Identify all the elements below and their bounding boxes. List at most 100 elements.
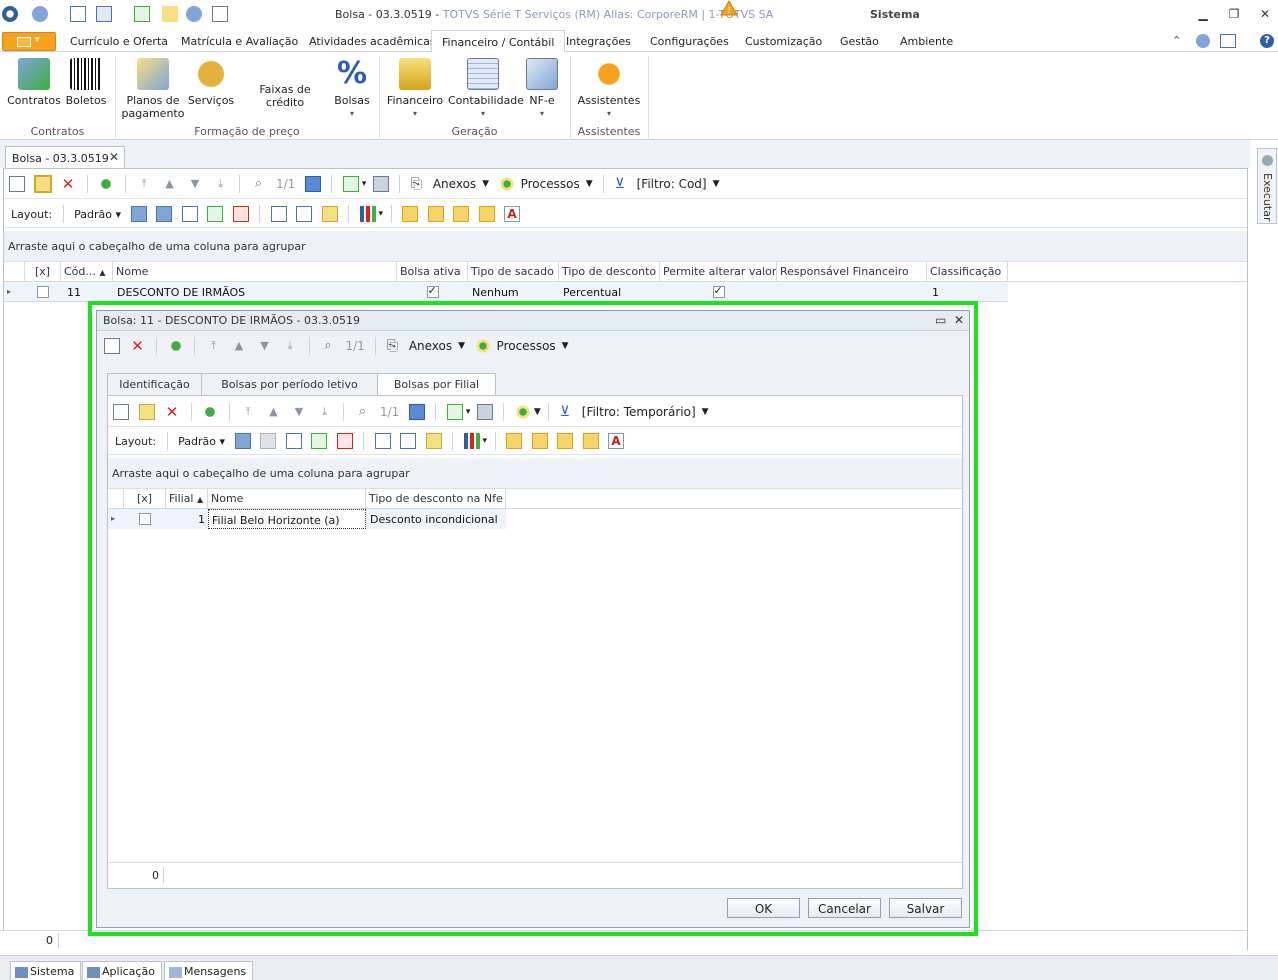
layout-options-icon[interactable] [260,433,276,449]
refresh-icon[interactable] [202,404,218,420]
edit-icon[interactable] [33,175,52,193]
bolsa-ativa-checkbox[interactable] [426,284,439,298]
export-icon[interactable] [342,176,359,192]
chevron-down-icon[interactable]: ▼ [534,407,541,417]
save-layout-icon[interactable] [130,206,147,222]
import-icon[interactable] [207,206,223,222]
next-record-icon[interactable]: ▼ [291,404,307,420]
cell-tipo-desconto[interactable]: Percentual [559,282,660,302]
bolsas-button[interactable]: % Bolsas ▾ [330,58,374,120]
tab-integracoes[interactable]: Integrações [566,35,631,48]
globe-icon[interactable] [1196,34,1210,48]
chevron-down-icon[interactable]: ▼ [458,341,465,351]
app-menu-button[interactable]: ▾ [2,32,56,51]
chevron-down-icon[interactable]: ▾ [379,209,384,219]
chevron-down-icon[interactable]: ▼ [586,179,593,189]
cell-filial[interactable]: 1 [166,509,208,529]
tab-bolsas-filial[interactable]: Bolsas por Filial [377,373,496,396]
col-cod-header[interactable]: Cód... ▲ [61,262,113,282]
nfe-button[interactable]: NF-e ▾ [522,58,562,120]
layout-options-icon[interactable] [156,206,172,222]
chart-icon[interactable] [463,433,480,449]
col-classificacao-header[interactable]: Classificação [927,262,1008,282]
view-grid-icon[interactable] [402,206,419,222]
chevron-down-icon[interactable]: ▼ [713,179,720,189]
cell-tipo-sacado[interactable]: Nenhum [468,282,559,302]
planos-pagamento-button[interactable]: Planos de pagamento [120,58,186,120]
binoculars-icon[interactable]: ⌕ [251,176,267,192]
table-row[interactable]: ▸ 1 Filial Belo Horizonte (a) Desconto i… [108,509,506,529]
chevron-down-icon[interactable]: ▾ [362,179,367,189]
view-form-icon[interactable] [531,433,548,449]
tab-customizacao[interactable]: Customização [745,35,822,48]
filter-button[interactable]: [Filtro: Cod] [637,177,707,191]
tab-identificacao[interactable]: Identificação [107,373,202,395]
group-panel-icon[interactable] [374,433,391,449]
col-select-header[interactable]: [x] [25,262,61,282]
binoculars-icon[interactable]: ⌕ [355,404,371,420]
highlight-icon[interactable] [321,206,338,222]
tab-financeiro[interactable]: Financeiro / Contábil [431,30,566,53]
new-icon[interactable] [113,404,129,420]
cell-tipo-desconto-nfe[interactable]: Desconto incondicional [366,509,506,529]
upload-icon[interactable] [336,433,353,449]
cell-nome[interactable]: Filial Belo Horizonte (a) [208,509,366,529]
ok-button[interactable]: OK [727,898,800,918]
tab-ambiente[interactable]: Ambiente [900,35,953,48]
minimize-icon[interactable]: ▁ [1194,6,1212,22]
next-record-icon[interactable]: ▼ [187,176,203,192]
first-record-icon[interactable]: ⤒ [206,338,222,354]
help-icon[interactable]: ? [1260,34,1274,48]
bottom-tab-aplicacao[interactable]: Aplicação [82,961,162,980]
filter-button[interactable]: [Filtro: Temporário] [582,405,696,419]
chevron-down-icon[interactable]: ▼ [562,341,569,351]
col-nome-header[interactable]: Nome [113,262,397,282]
export-icon[interactable] [446,404,463,420]
cell-cod[interactable]: 11 [61,282,113,302]
calendar-icon[interactable] [408,404,425,420]
close-icon[interactable]: ✕ [1256,6,1274,22]
faixas-credito-button[interactable]: Faixas de crédito [240,83,330,109]
print-icon[interactable] [476,404,493,420]
cancel-button[interactable]: Cancelar [808,898,881,918]
columns-icon[interactable] [181,206,198,222]
tab-curriculo[interactable]: Currículo e Oferta [70,35,168,48]
print-icon[interactable] [372,176,389,192]
cell-permite-alterar[interactable] [660,282,777,302]
row-select-checkbox[interactable] [25,282,61,302]
columns-icon[interactable] [285,433,302,449]
chevron-down-icon[interactable]: ▾ [466,407,471,417]
calendar-icon[interactable] [304,176,321,192]
import-icon[interactable] [311,433,327,449]
col-bolsa-ativa-header[interactable]: Bolsa ativa [397,262,468,282]
cell-classificacao[interactable]: 1 [927,282,1008,302]
row-select-checkbox[interactable] [124,509,166,529]
network-icon[interactable] [186,6,202,22]
binoculars-icon[interactable]: ⌕ [320,338,336,354]
view-list-icon[interactable] [453,206,470,222]
bottom-tab-mensagens[interactable]: Mensagens [164,961,254,980]
col-permite-alterar-header[interactable]: Permite alterar valor [660,262,777,282]
group-by-area[interactable]: Arraste aqui o cabeçalho de uma coluna p… [108,458,962,489]
chevron-down-icon[interactable]: ▼ [702,407,709,417]
processos-button[interactable]: Processos [521,177,580,191]
dialog-close-icon[interactable]: ✕ [954,313,964,327]
cell-bolsa-ativa[interactable] [397,282,468,302]
executar-side-tab[interactable]: Executar [1257,148,1277,224]
col-responsavel-header[interactable]: Responsável Financeiro [777,262,927,282]
last-record-icon[interactable]: ⤓ [282,338,298,354]
refresh-icon[interactable] [167,338,184,354]
view-form-icon[interactable] [427,206,444,222]
previous-record-icon[interactable]: ▲ [266,404,282,420]
new-icon[interactable] [104,338,120,354]
sum-icon[interactable] [296,206,312,222]
delete-icon[interactable]: ✕ [164,404,180,420]
chart-icon[interactable] [359,206,376,222]
col-select-header[interactable]: [x] [124,489,166,509]
font-icon[interactable]: A [504,206,521,222]
layout-icon[interactable] [1220,34,1236,48]
checkbox[interactable] [139,513,151,525]
col-filial-header[interactable]: Filial ▲ [166,489,208,509]
col-nome-header[interactable]: Nome [208,489,366,509]
window-icon[interactable] [70,6,86,22]
